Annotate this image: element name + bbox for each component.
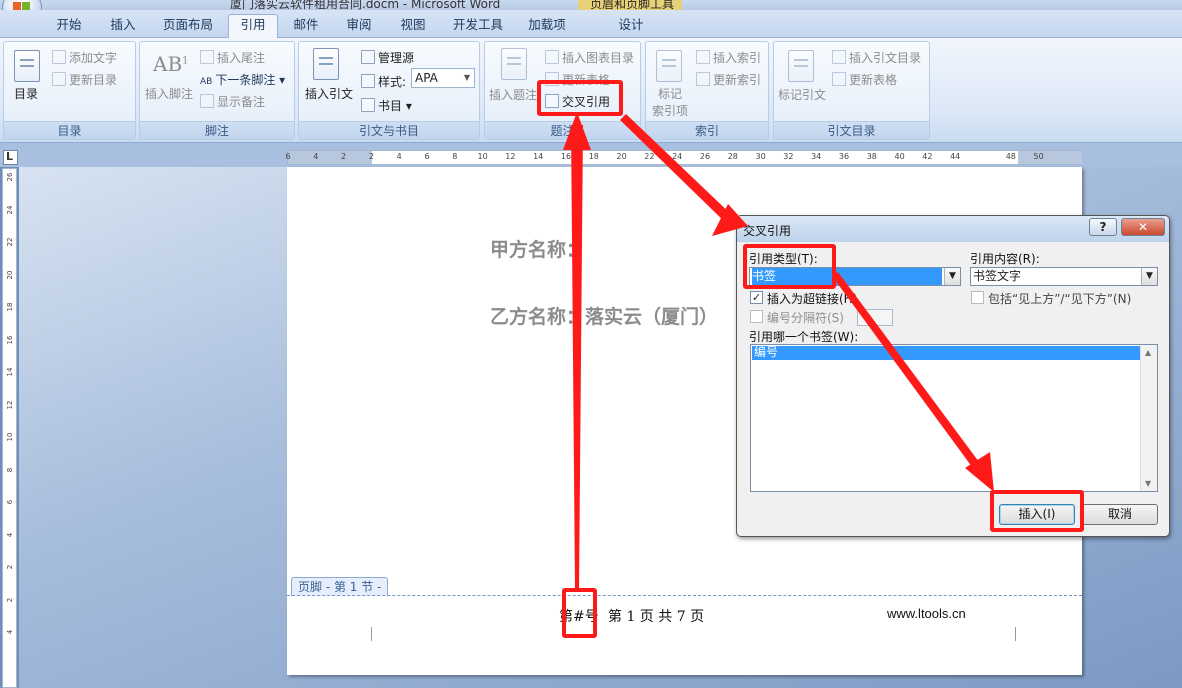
arrow-diag-shaft-2 <box>832 272 982 471</box>
arrow-up-shaft <box>571 125 583 590</box>
annotation-arrows <box>563 112 994 590</box>
arrow-diag-shaft-1 <box>620 114 735 224</box>
arrow-up-head <box>563 112 591 150</box>
